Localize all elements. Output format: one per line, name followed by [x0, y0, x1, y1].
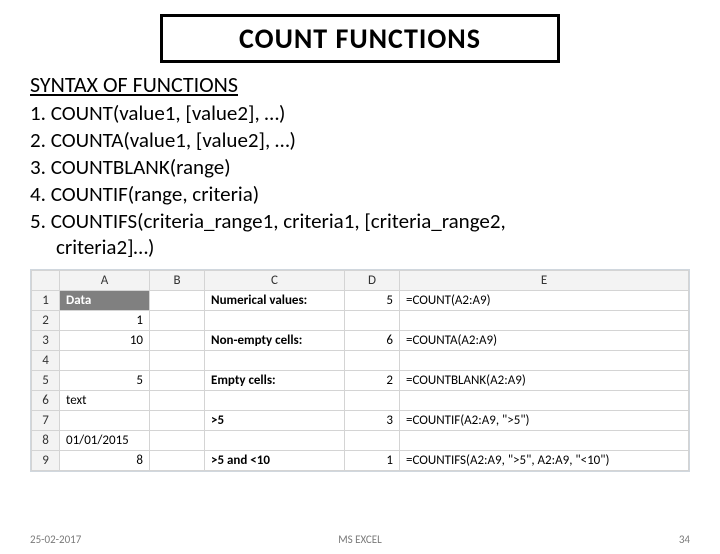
col-header: A: [60, 271, 150, 291]
slide-title: COUNT FUNCTIONS: [160, 14, 560, 63]
cell: [345, 431, 400, 451]
section-subtitle: SYNTAX OF FUNCTIONS: [30, 71, 690, 98]
row-header: 5: [32, 371, 60, 391]
table-row: 4: [32, 351, 689, 371]
row-header: 4: [32, 351, 60, 371]
cell: [150, 311, 205, 331]
syntax-item: 2. COUNTA(value1, [value2], …): [30, 127, 690, 154]
table-row: 9 8 >5 and <10 1 =COUNTIFS(A2:A9, ">5", …: [32, 451, 689, 471]
cell: [205, 431, 345, 451]
cell: [150, 331, 205, 351]
cell: [150, 431, 205, 451]
cell: [345, 351, 400, 371]
cell: [205, 311, 345, 331]
cell: =COUNTBLANK(A2:A9): [400, 371, 689, 391]
cell: Data: [60, 291, 150, 311]
cell: 5: [60, 371, 150, 391]
cell: [60, 411, 150, 431]
cell: [60, 351, 150, 371]
cell: =COUNT(A2:A9): [400, 291, 689, 311]
col-header: C: [205, 271, 345, 291]
table-row: 2 1: [32, 311, 689, 331]
cell: 6: [345, 331, 400, 351]
row-header: 7: [32, 411, 60, 431]
corner-cell: [32, 271, 60, 291]
table-row: 6 text: [32, 391, 689, 411]
table-row: 1 Data Numerical values: 5 =COUNT(A2:A9): [32, 291, 689, 311]
cell: =COUNTIFS(A2:A9, ">5", A2:A9, "<10"): [400, 451, 689, 471]
cell: Empty cells:: [205, 371, 345, 391]
syntax-item: 4. COUNTIF(range, criteria): [30, 181, 690, 208]
cell: 2: [345, 371, 400, 391]
cell: [205, 351, 345, 371]
col-header: E: [400, 271, 689, 291]
syntax-item: criteria2]…): [30, 234, 690, 261]
cell: 8: [60, 451, 150, 471]
cell: Non-empty cells:: [205, 331, 345, 351]
cell: [345, 391, 400, 411]
column-header-row: A B C D E: [32, 271, 689, 291]
cell: [400, 391, 689, 411]
content-area: SYNTAX OF FUNCTIONS 1. COUNT(value1, [va…: [0, 71, 720, 261]
row-header: 3: [32, 331, 60, 351]
cell: 01/01/2015: [60, 431, 150, 451]
col-header: D: [345, 271, 400, 291]
syntax-item: 1. COUNT(value1, [value2], …): [30, 100, 690, 127]
syntax-item: 5. COUNTIFS(criteria_range1, criteria1, …: [30, 208, 690, 235]
cell: text: [60, 391, 150, 411]
cell: 10: [60, 331, 150, 351]
cell: [150, 451, 205, 471]
cell: 3: [345, 411, 400, 431]
table-row: 8 01/01/2015: [32, 431, 689, 451]
cell: [205, 391, 345, 411]
row-header: 9: [32, 451, 60, 471]
cell: =COUNTIF(A2:A9, ">5"): [400, 411, 689, 431]
row-header: 2: [32, 311, 60, 331]
cell: >5 and <10: [205, 451, 345, 471]
table-row: 5 5 Empty cells: 2 =COUNTBLANK(A2:A9): [32, 371, 689, 391]
cell: [400, 311, 689, 331]
cell: 1: [60, 311, 150, 331]
row-header: 1: [32, 291, 60, 311]
cell: [150, 371, 205, 391]
excel-screenshot: A B C D E 1 Data Numerical values: 5 =CO…: [30, 269, 690, 472]
syntax-list: 1. COUNT(value1, [value2], …) 2. COUNTA(…: [30, 100, 690, 261]
cell: [400, 351, 689, 371]
cell: [345, 311, 400, 331]
cell: >5: [205, 411, 345, 431]
cell: 1: [345, 451, 400, 471]
cell: [400, 431, 689, 451]
syntax-item: 3. COUNTBLANK(range): [30, 154, 690, 181]
table-row: 7 >5 3 =COUNTIF(A2:A9, ">5"): [32, 411, 689, 431]
cell: [150, 411, 205, 431]
cell: =COUNTA(A2:A9): [400, 331, 689, 351]
cell: [150, 351, 205, 371]
col-header: B: [150, 271, 205, 291]
row-header: 6: [32, 391, 60, 411]
cell: [150, 291, 205, 311]
excel-grid: A B C D E 1 Data Numerical values: 5 =CO…: [31, 270, 689, 471]
cell: 5: [345, 291, 400, 311]
cell: Numerical values:: [205, 291, 345, 311]
cell: [150, 391, 205, 411]
table-row: 3 10 Non-empty cells: 6 =COUNTA(A2:A9): [32, 331, 689, 351]
row-header: 8: [32, 431, 60, 451]
